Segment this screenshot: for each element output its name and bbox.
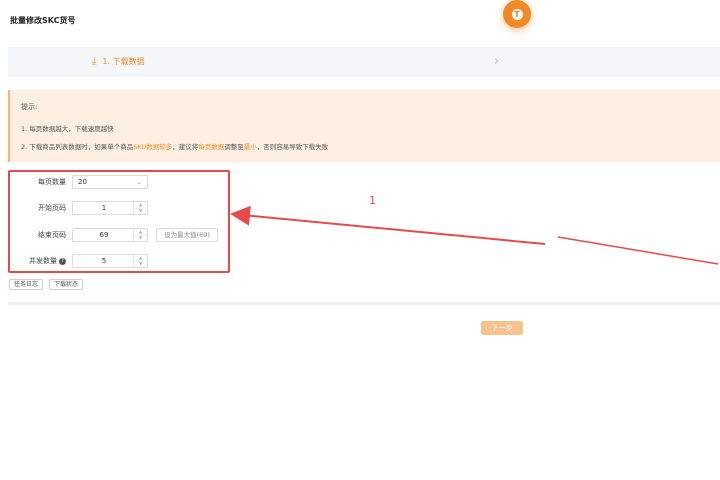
annotation-arrow: [230, 205, 719, 265]
arrow-tail-line: [557, 236, 719, 265]
arrow-line: [230, 205, 546, 245]
